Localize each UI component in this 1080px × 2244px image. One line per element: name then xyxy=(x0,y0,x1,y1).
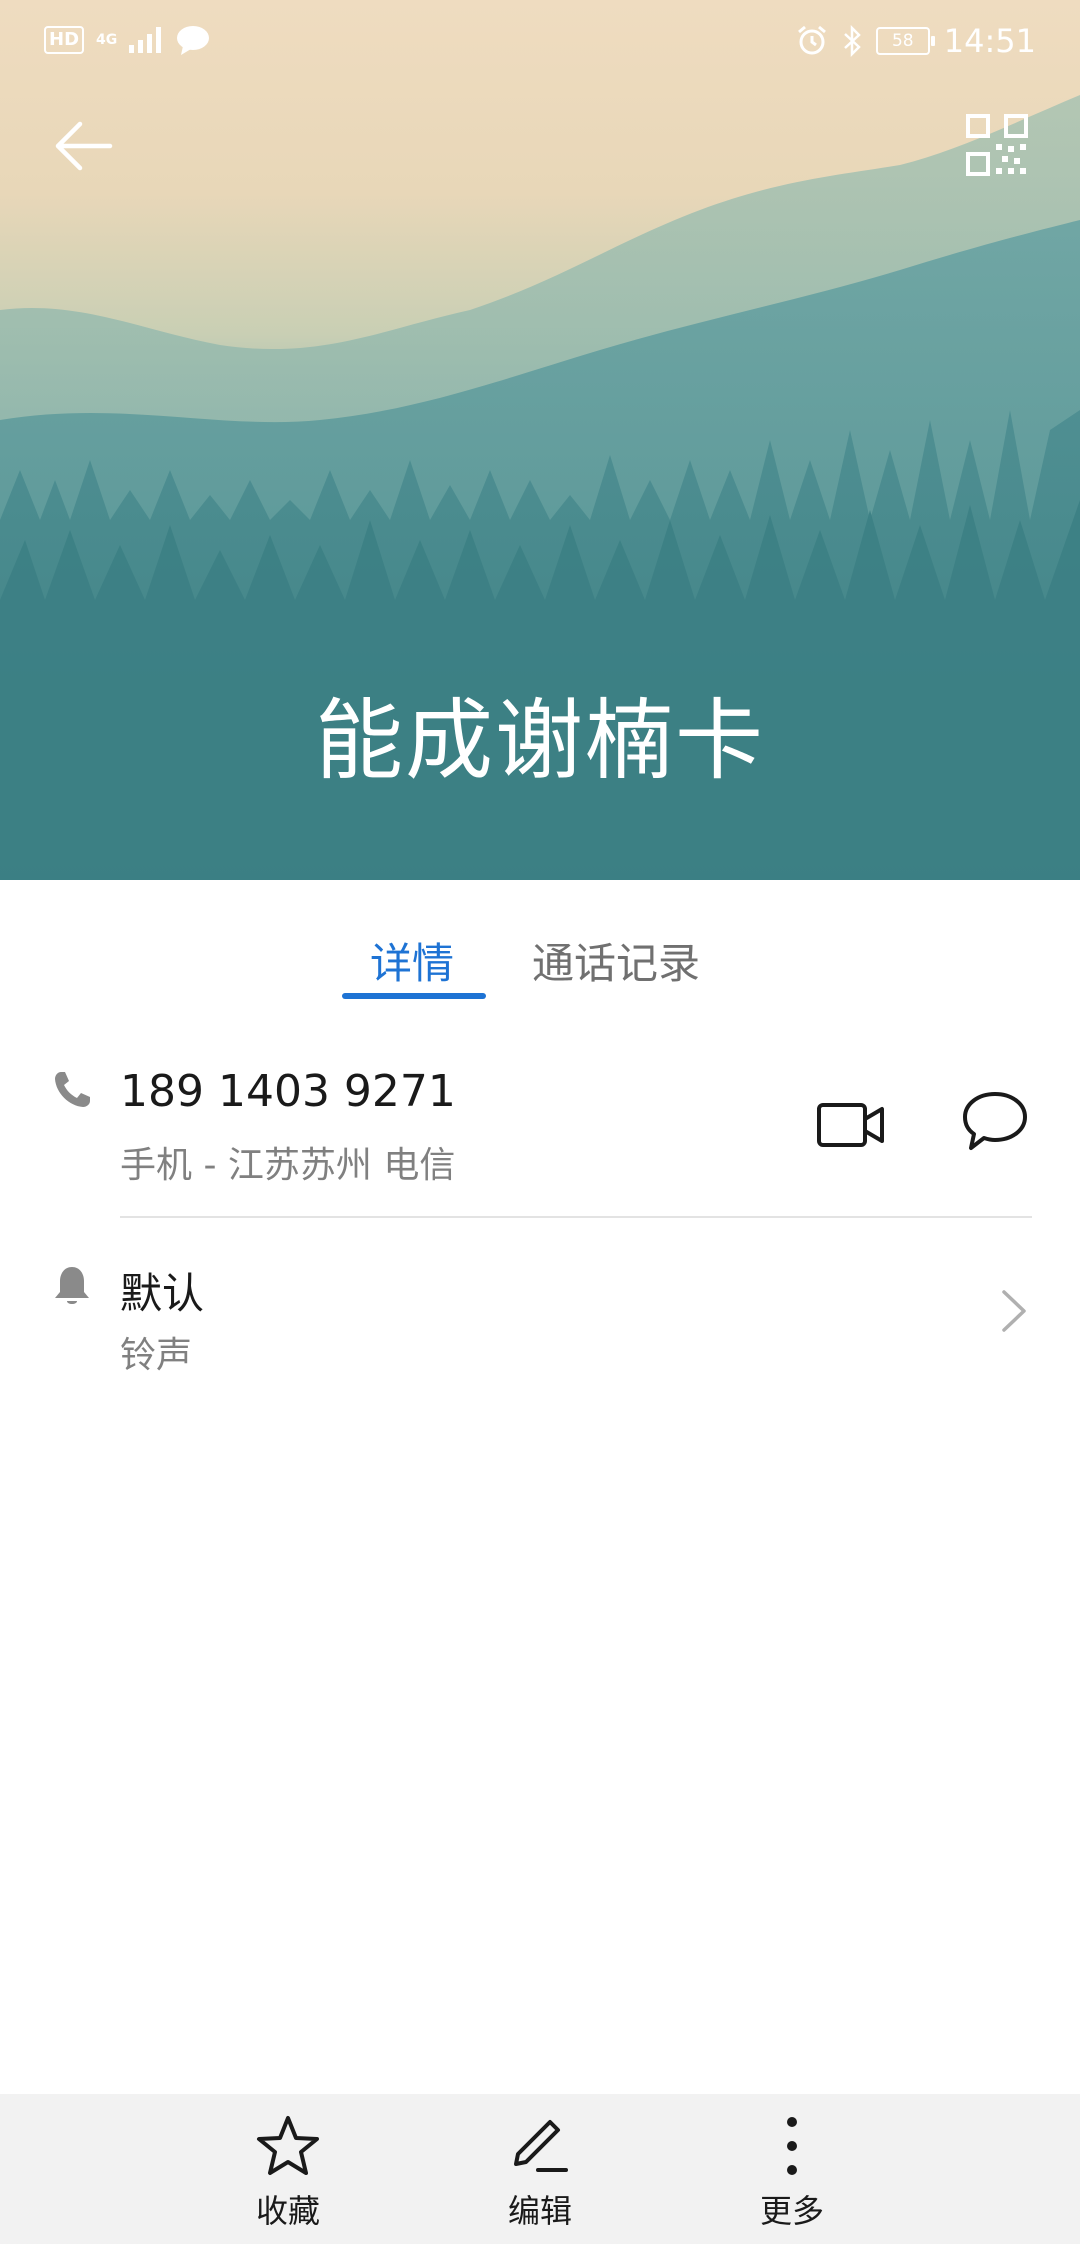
video-call-icon[interactable] xyxy=(816,1100,886,1150)
phone-number-row[interactable]: 189 1403 9271 手机 - 江苏苏州 电信 xyxy=(0,1040,1080,1218)
message-notification-icon xyxy=(177,26,210,55)
chevron-right-icon xyxy=(1002,1290,1026,1332)
phone-number: 189 1403 9271 xyxy=(120,1066,456,1117)
edit-label: 编辑 xyxy=(507,2192,572,2230)
tab-bar: 详情 通话记录 xyxy=(0,880,1080,1004)
bell-icon xyxy=(55,1267,89,1304)
hd-voice-badge: HD xyxy=(44,26,85,54)
active-tab-indicator xyxy=(342,993,486,999)
status-time: 14:51 xyxy=(943,22,1036,60)
more-label: 更多 xyxy=(759,2192,824,2230)
qr-code-icon[interactable] xyxy=(966,114,1028,176)
favorite-label: 收藏 xyxy=(255,2192,320,2230)
bluetooth-icon xyxy=(843,25,861,57)
contact-name: 能成谢楠卡 xyxy=(314,689,765,792)
back-arrow-icon[interactable] xyxy=(52,114,116,178)
more-vertical-icon xyxy=(787,2117,797,2175)
ringtone-row[interactable]: 默认 铃声 xyxy=(0,1230,1080,1390)
header-banner: HD 4G 58 14:51 能成谢楠卡 xyxy=(0,0,1080,880)
favorite-button[interactable]: 收藏 xyxy=(208,2114,368,2244)
tab-call-log[interactable]: 通话记录 xyxy=(532,930,700,991)
edit-button[interactable]: 编辑 xyxy=(460,2114,620,2244)
phone-icon xyxy=(55,1072,90,1107)
phone-detail: 手机 - 江苏苏州 电信 xyxy=(120,1145,456,1186)
status-bar: HD 4G 58 14:51 xyxy=(0,0,1080,84)
battery-indicator: 58 xyxy=(875,27,935,55)
star-icon xyxy=(257,2116,319,2175)
signal-icon xyxy=(129,27,162,53)
pencil-icon xyxy=(514,2120,568,2172)
bottom-action-bar: 收藏 编辑 更多 xyxy=(0,2094,1080,2244)
network-type: 4G xyxy=(96,32,118,48)
more-button[interactable]: 更多 xyxy=(712,2114,872,2244)
message-icon[interactable] xyxy=(962,1090,1028,1152)
alarm-icon xyxy=(797,25,826,55)
ringtone-label: 铃声 xyxy=(120,1335,193,1376)
tab-details[interactable]: 详情 xyxy=(370,930,454,991)
row-divider xyxy=(120,1216,1032,1218)
ringtone-value: 默认 xyxy=(120,1269,205,1318)
